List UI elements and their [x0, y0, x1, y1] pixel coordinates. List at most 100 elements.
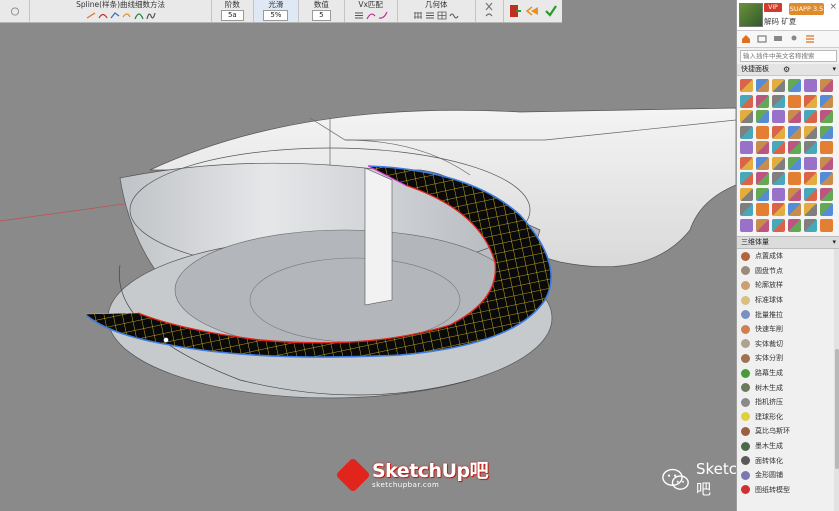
quick-tool-icon[interactable] — [804, 203, 817, 216]
close-icon[interactable] — [484, 2, 494, 11]
quick-tool-icon[interactable] — [740, 187, 753, 201]
quick-tool-icon[interactable] — [788, 110, 801, 123]
exit-door-icon[interactable] — [508, 4, 522, 18]
quick-tool-icon[interactable] — [804, 141, 817, 154]
quick-tool-icon[interactable] — [788, 218, 801, 232]
geom-grid-icon[interactable] — [413, 11, 423, 20]
confirm-check-icon[interactable] — [544, 4, 558, 18]
scroll-thumb[interactable] — [835, 349, 839, 469]
command-item[interactable]: 实体裁切 — [737, 337, 839, 352]
count-field[interactable]: 5 — [312, 10, 331, 21]
chevron-down-icon[interactable]: ▾ — [832, 64, 836, 75]
quick-tool-icon[interactable] — [788, 141, 801, 154]
spline-linear-icon[interactable] — [86, 11, 96, 20]
command-item[interactable]: 金形圆铺 — [737, 468, 839, 483]
quick-tool-icon[interactable] — [740, 203, 753, 216]
quick-tool-icon[interactable] — [756, 218, 769, 232]
quick-tool-icon[interactable] — [772, 172, 785, 185]
vx-list-icon[interactable] — [354, 11, 364, 20]
spline-arc-icon[interactable] — [134, 11, 144, 20]
command-scrollbar[interactable] — [834, 249, 839, 511]
tool-rotate-group[interactable] — [0, 0, 31, 22]
command-item[interactable]: 路幕生成 — [737, 366, 839, 381]
command-item[interactable]: 建球形化 — [737, 410, 839, 425]
quick-tool-icon[interactable] — [804, 156, 817, 170]
quick-tool-icon[interactable] — [820, 172, 833, 185]
quick-tool-icon[interactable] — [788, 94, 801, 108]
quick-tool-icon[interactable] — [788, 79, 801, 92]
quick-tool-icon[interactable] — [756, 94, 769, 108]
quick-tool-icon[interactable] — [820, 203, 833, 216]
quick-tool-icon[interactable] — [820, 218, 833, 232]
quick-tool-icon[interactable] — [820, 110, 833, 123]
quick-tool-icon[interactable] — [820, 125, 833, 139]
quick-tool-icon[interactable] — [756, 203, 769, 216]
user-icon[interactable] — [789, 34, 799, 44]
rotate-icon[interactable] — [10, 6, 20, 16]
spline-wave-icon[interactable] — [145, 11, 156, 20]
quick-tool-icon[interactable] — [756, 172, 769, 185]
quick-tool-icon[interactable] — [804, 172, 817, 185]
quick-tool-icon[interactable] — [772, 141, 785, 154]
quick-tool-icon[interactable] — [804, 94, 817, 108]
quick-tool-icon[interactable] — [740, 125, 753, 139]
quick-tool-icon[interactable] — [740, 156, 753, 170]
gear-icon[interactable]: ⚙ — [783, 64, 790, 75]
command-item[interactable]: 快速车削 — [737, 322, 839, 337]
plugin-search-input[interactable]: 输入插件中英文名称搜索 — [740, 50, 837, 62]
quick-tool-icon[interactable] — [820, 79, 833, 92]
command-item[interactable]: 点置成体 — [737, 249, 839, 264]
home-icon[interactable] — [741, 34, 751, 44]
command-item[interactable]: 标准球体 — [737, 293, 839, 308]
quick-tool-icon[interactable] — [804, 218, 817, 232]
quick-tool-icon[interactable] — [740, 79, 753, 92]
quick-tool-icon[interactable] — [740, 94, 753, 108]
quick-tool-icon[interactable] — [820, 156, 833, 170]
command-item[interactable]: 墨木生成 — [737, 439, 839, 454]
quick-tool-icon[interactable] — [772, 110, 785, 123]
quick-tool-icon[interactable] — [788, 203, 801, 216]
spline-bezier-icon[interactable] — [98, 11, 108, 20]
quick-tool-icon[interactable] — [772, 203, 785, 216]
quick-tool-icon[interactable] — [804, 125, 817, 139]
command-item[interactable]: 轮廓放样 — [737, 278, 839, 293]
back-arrow-icon[interactable] — [526, 4, 540, 18]
command-item[interactable]: 莫比乌斯环 — [737, 424, 839, 439]
quick-tool-icon[interactable] — [772, 187, 785, 201]
quick-tool-icon[interactable] — [772, 125, 785, 139]
quick-tool-icon[interactable] — [820, 187, 833, 201]
quick-tool-icon[interactable] — [820, 94, 833, 108]
quick-tool-icon[interactable] — [804, 110, 817, 123]
quick-tool-icon[interactable] — [756, 156, 769, 170]
quick-tool-icon[interactable] — [772, 94, 785, 108]
command-item[interactable]: 实体分割 — [737, 351, 839, 366]
menu-icon[interactable] — [805, 34, 815, 44]
quick-tool-icon[interactable] — [788, 156, 801, 170]
vx-bend-icon[interactable] — [378, 11, 388, 20]
quick-tool-icon[interactable] — [756, 125, 769, 139]
quick-tool-icon[interactable] — [756, 187, 769, 201]
geom-mesh-icon[interactable] — [437, 11, 447, 20]
command-item[interactable]: 圆盘节点 — [737, 264, 839, 279]
geom-lines-icon[interactable] — [425, 11, 435, 20]
quick-tool-icon[interactable] — [788, 125, 801, 139]
undo-icon[interactable] — [484, 11, 494, 20]
quick-tool-icon[interactable] — [740, 110, 753, 123]
chevron-down-icon[interactable]: ▾ — [832, 237, 836, 248]
quick-tool-icon[interactable] — [772, 156, 785, 170]
quick-tool-icon[interactable] — [772, 218, 785, 232]
spline-loop-icon[interactable] — [122, 11, 132, 20]
degree-field[interactable]: 5a — [220, 10, 244, 21]
spline-cubic-icon[interactable] — [110, 11, 120, 20]
smooth-field[interactable]: 5% — [263, 10, 289, 21]
command-item[interactable]: 指机挤压 — [737, 395, 839, 410]
chat-icon[interactable] — [773, 34, 783, 44]
quick-tool-icon[interactable] — [804, 187, 817, 201]
quick-panel-header[interactable]: 快捷面板 ⚙ ▾ — [737, 64, 839, 76]
command-item[interactable]: 树木生成 — [737, 380, 839, 395]
quick-tool-icon[interactable] — [788, 172, 801, 185]
quick-tool-icon[interactable] — [756, 141, 769, 154]
command-item[interactable]: 图纸转模型 — [737, 483, 839, 498]
quick-tool-icon[interactable] — [820, 141, 833, 154]
quick-tool-icon[interactable] — [756, 110, 769, 123]
